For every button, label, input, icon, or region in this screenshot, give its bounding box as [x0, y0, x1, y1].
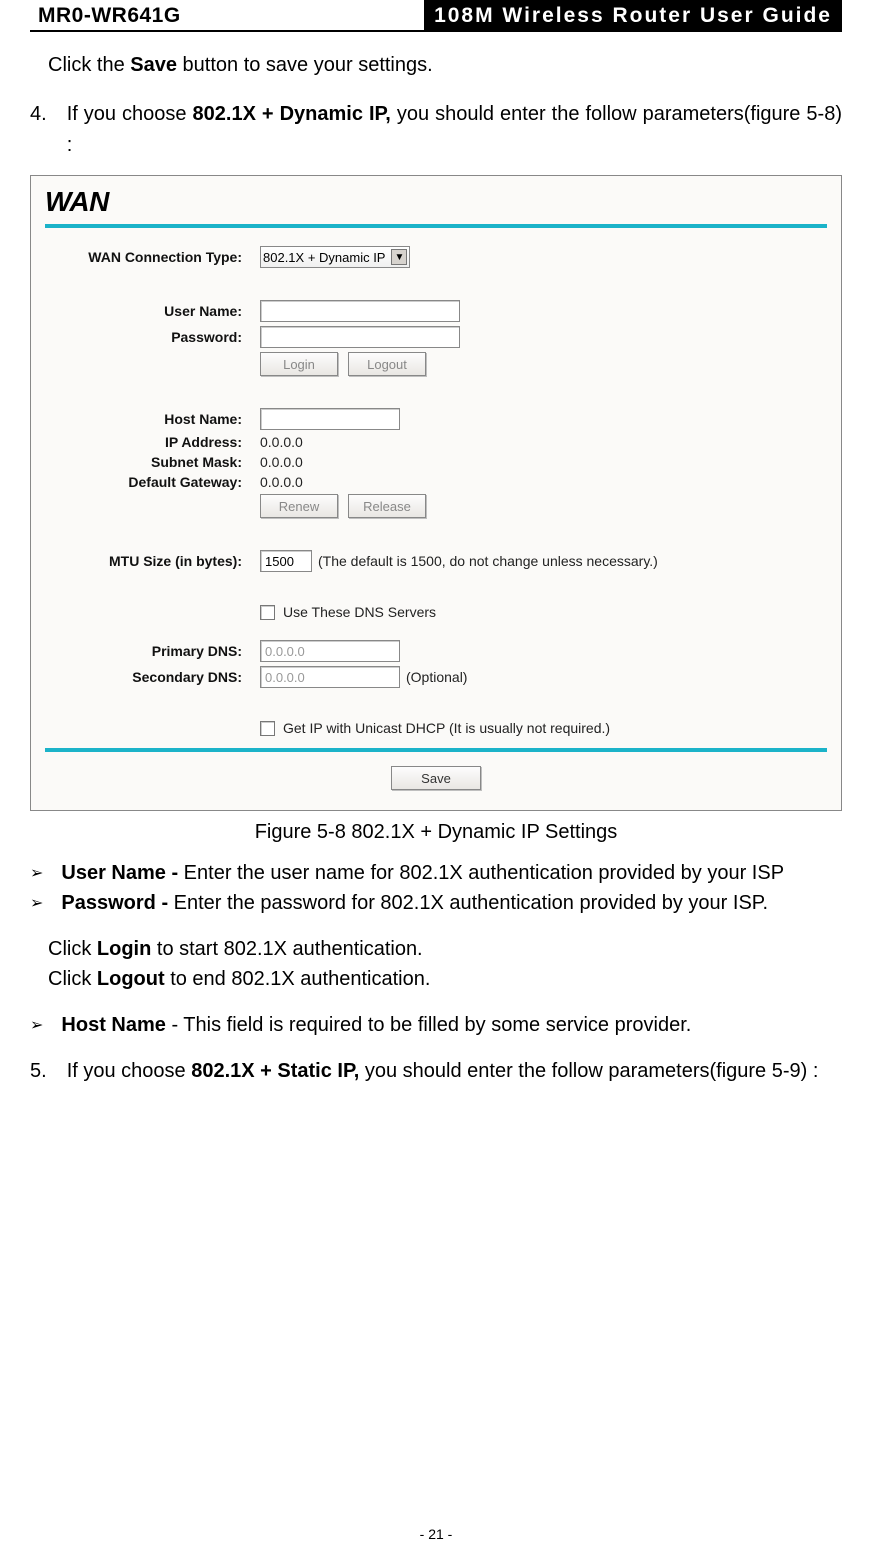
checkbox-use-dns-label: Use These DNS Servers — [283, 604, 436, 620]
doc-title: 108M Wireless Router User Guide — [424, 0, 842, 30]
release-button[interactable]: Release — [348, 494, 426, 518]
value-ip: 0.0.0.0 — [260, 434, 303, 450]
value-gateway: 0.0.0.0 — [260, 474, 303, 490]
checkbox-use-dns-row[interactable]: Use These DNS Servers — [260, 604, 436, 620]
checkbox-unicast-label: Get IP with Unicast DHCP (It is usually … — [283, 720, 610, 736]
wan-title: WAN — [45, 186, 827, 218]
label-mask: Subnet Mask: — [45, 454, 260, 470]
input-secondary-dns[interactable] — [260, 666, 400, 688]
page-number: - 21 - — [0, 1526, 872, 1542]
input-mtu[interactable] — [260, 550, 312, 572]
input-primary-dns[interactable] — [260, 640, 400, 662]
intro-paragraph: Click the Save button to save your setti… — [48, 50, 842, 81]
bullet-password: ➢ Password - Enter the password for 802.… — [30, 888, 842, 918]
login-button[interactable]: Login — [260, 352, 338, 376]
step-5: 5. If you choose 802.1X + Static IP, you… — [30, 1056, 842, 1087]
value-mask: 0.0.0.0 — [260, 454, 303, 470]
step-number: 4. — [30, 99, 47, 161]
model-number: MR0-WR641G — [30, 0, 189, 30]
save-button[interactable]: Save — [391, 766, 481, 790]
renew-button[interactable]: Renew — [260, 494, 338, 518]
select-conn-type[interactable]: 802.1X + Dynamic IP ▼ — [260, 246, 410, 268]
secondary-dns-optional: (Optional) — [406, 669, 467, 685]
wan-figure: WAN WAN Connection Type: 802.1X + Dynami… — [30, 175, 842, 811]
step-4: 4. If you choose 802.1X + Dynamic IP, yo… — [30, 99, 842, 161]
page-header: MR0-WR641G 108M Wireless Router User Gui… — [30, 0, 842, 32]
bullet-icon: ➢ — [30, 858, 43, 888]
bullet-icon: ➢ — [30, 888, 43, 918]
mtu-note: (The default is 1500, do not change unle… — [318, 553, 658, 569]
label-mtu: MTU Size (in bytes): — [45, 553, 260, 569]
label-gateway: Default Gateway: — [45, 474, 260, 490]
label-secondary-dns: Secondary DNS: — [45, 669, 260, 685]
label-ip: IP Address: — [45, 434, 260, 450]
label-conn-type: WAN Connection Type: — [45, 249, 260, 265]
label-primary-dns: Primary DNS: — [45, 643, 260, 659]
label-username: User Name: — [45, 303, 260, 319]
input-username[interactable] — [260, 300, 460, 322]
divider-bottom — [45, 748, 827, 752]
step-text: If you choose 802.1X + Dynamic IP, you s… — [67, 99, 842, 161]
input-password[interactable] — [260, 326, 460, 348]
divider-top — [45, 224, 827, 228]
bullet-icon: ➢ — [30, 1010, 43, 1040]
step-text: If you choose 802.1X + Static IP, you sh… — [67, 1056, 842, 1087]
label-password: Password: — [45, 329, 260, 345]
bullet-list-1: ➢ User Name - Enter the user name for 80… — [30, 858, 842, 918]
step-number: 5. — [30, 1056, 47, 1087]
login-logout-info: Click Login to start 802.1X authenticati… — [48, 934, 842, 994]
checkbox-icon — [260, 605, 275, 620]
bullet-username: ➢ User Name - Enter the user name for 80… — [30, 858, 842, 888]
bullet-hostname: ➢ Host Name - This field is required to … — [30, 1010, 842, 1040]
label-hostname: Host Name: — [45, 411, 260, 427]
chevron-down-icon: ▼ — [391, 249, 407, 265]
checkbox-unicast-row[interactable]: Get IP with Unicast DHCP (It is usually … — [260, 720, 610, 736]
figure-caption: Figure 5-8 802.1X + Dynamic IP Settings — [30, 821, 842, 844]
checkbox-icon — [260, 721, 275, 736]
bullet-list-2: ➢ Host Name - This field is required to … — [30, 1010, 842, 1040]
logout-button[interactable]: Logout — [348, 352, 426, 376]
input-hostname[interactable] — [260, 408, 400, 430]
